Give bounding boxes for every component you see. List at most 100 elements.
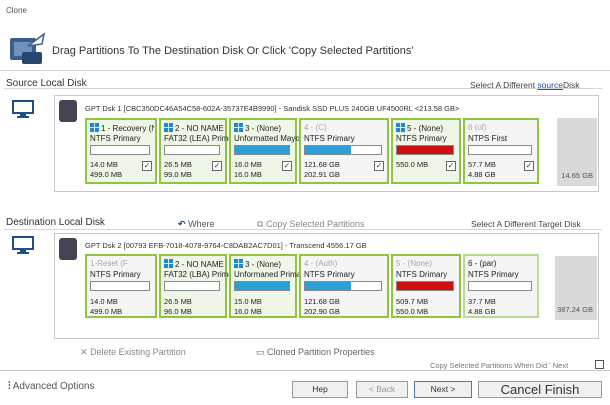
partition-used: 121.68 GB: [304, 297, 340, 306]
windows-logo-icon: [234, 123, 243, 132]
source-unallocated: 14.65 GB: [557, 118, 597, 186]
partition-name: 6 - (par): [468, 259, 536, 268]
copy-icon: ⧉: [257, 219, 264, 229]
partition-block[interactable]: 5 - (None) NTFS Primary 550.0 MB ✓: [391, 118, 461, 184]
copy-when-next-checkbox[interactable]: [595, 360, 604, 369]
partition-used: 14.0 MB: [90, 160, 118, 169]
partition-usage-bar: [468, 281, 532, 291]
partition-total: 96.0 MB: [164, 307, 192, 316]
partition-checkbox[interactable]: ✓: [374, 161, 384, 171]
partition-name: 1-Reset (F: [90, 259, 154, 268]
partition-used: 550.0 MB: [396, 160, 429, 169]
windows-logo-icon: [164, 123, 173, 132]
help-button[interactable]: Hep: [292, 381, 348, 398]
partition-name: 6 (of): [468, 123, 536, 132]
partition-block[interactable]: 2 - NO NAME (FAT32 (LEA) Primus 26.5 MB 99…: [159, 118, 237, 184]
partition-checkbox[interactable]: ✓: [524, 161, 534, 171]
cloned-partition-properties-button[interactable]: ▭ Cloned Partition Properties: [256, 347, 375, 358]
partition-name: 1 - Recovery (N: [90, 123, 154, 133]
partition-type: NTFS Primary: [304, 134, 355, 143]
partition-block[interactable]: 4 - (Auth) NTFS Primary 121.68 GB 202.90 GB: [299, 254, 389, 318]
partition-name: 5 - (None): [396, 259, 458, 268]
partition-checkbox[interactable]: ✓: [282, 161, 292, 171]
destination-unallocated: 387.24 GB: [555, 256, 597, 320]
partition-total: 4.88 GB: [468, 170, 496, 179]
source-unallocated-size: 14.65 GB: [561, 171, 593, 180]
partition-type: NTFS Drimary: [396, 270, 448, 279]
partition-usage-fill: [397, 146, 453, 154]
partition-type: NTFS Primary: [90, 270, 141, 279]
partition-block[interactable]: 6 (of) NTPS First 57.7 MB 4.88 GB ✓: [463, 118, 539, 184]
monitor-icon-dest: [12, 236, 34, 254]
disk-drive-icon: [59, 100, 77, 122]
partition-total: 4.88 GB: [468, 307, 496, 316]
partition-name: 2 - NO NAME (: [164, 123, 224, 133]
partition-block[interactable]: 3 - (None) Unformatted Mayor 16.0 MB 16.0 M…: [229, 118, 302, 184]
delete-partition-button[interactable]: ✕ Delete Existing Partition: [80, 347, 186, 358]
partition-usage-fill: [305, 282, 351, 290]
monitor-icon: [12, 100, 34, 118]
destination-disk-panel: GPT Dsk 2 [00793 EFB-7018-4078-9764-C8DA…: [54, 233, 599, 339]
copy-label: Copy Selected Partitions: [265, 219, 365, 229]
partition-usage-bar: [396, 281, 454, 291]
partition-used: 121.68 GB: [304, 160, 340, 169]
partition-usage-bar: [234, 145, 290, 155]
partition-type: NTFS Primary: [468, 270, 519, 279]
properties-icon: ▭: [256, 347, 265, 357]
partition-name-text: 6 (of): [468, 123, 487, 132]
partition-name: 4 - (C): [304, 123, 386, 132]
select-target-disk-link[interactable]: Select A Different Target Disk: [471, 219, 581, 229]
partition-block[interactable]: 1 - Recovery (N NTFS Primary 14.0 MB 499.0 …: [85, 118, 157, 184]
partition-name-text: 2 - NO NAME (: [175, 124, 224, 133]
partition-type: FAT32 (LEA) Primus: [164, 134, 237, 143]
partition-type: FAT32 (LBA) Prime: [164, 270, 233, 279]
partition-type: NTFS Primary: [90, 134, 141, 143]
partition-name: 3 - (None): [234, 259, 294, 269]
partition-block[interactable]: 4 - (C) NTFS Primary 121.68 GB 202.91 GB ✓: [299, 118, 389, 184]
partition-total: 99.0 MB: [164, 170, 192, 179]
partition-name: 2 - NO NAME (: [164, 259, 224, 269]
partition-checkbox[interactable]: ✓: [212, 161, 222, 171]
partition-total: 550.0 MB: [396, 307, 429, 316]
partition-checkbox[interactable]: ✓: [142, 161, 152, 171]
advanced-options-label: Advanced Options: [12, 381, 95, 392]
partition-name: 5 - (None): [396, 123, 458, 133]
partition-block[interactable]: 6 - (par) NTFS Primary 37.7 MB 4.88 GB: [463, 254, 539, 318]
where-label: Where: [188, 219, 215, 229]
source-disk-panel: GPT Dsk 1 [CBC350DC46A54C58-602A-35737E4…: [54, 95, 599, 192]
partition-usage-bar: [164, 145, 220, 155]
destination-section-title: Destination Local Disk: [6, 217, 105, 228]
partition-total: 16.0 MB: [234, 307, 262, 316]
footer-divider: [0, 370, 610, 371]
partition-block[interactable]: 1-Reset (F NTFS Primary 14.0 MB 499.0 MB: [85, 254, 157, 318]
partition-used: 26.5 MB: [164, 297, 192, 306]
windows-logo-icon: [234, 259, 243, 268]
back-button[interactable]: < Back: [356, 381, 408, 398]
partition-name-text: 3 - (None): [245, 260, 282, 269]
partition-name: 4 - (Auth): [304, 259, 386, 268]
partition-usage-bar: [164, 281, 220, 291]
partition-block[interactable]: 3 - (None) Unformaned Primar 15.0 MB 16.0 M…: [229, 254, 304, 318]
partition-block[interactable]: 5 - (None) NTFS Drimary 509.7 MB 550.0 MB: [391, 254, 461, 318]
partition-usage-bar: [90, 281, 150, 291]
partition-used: 26.5 MB: [164, 160, 192, 169]
destination-title-rule: [4, 229, 602, 230]
partition-name-text: 4 - (Auth): [304, 259, 338, 268]
source-disk-info: GPT Dsk 1 [CBC350DC46A54C58-602A-35737E4…: [85, 104, 460, 113]
window-title: Clone: [6, 6, 27, 15]
partition-type: NTPS First: [468, 134, 508, 143]
next-button[interactable]: Next >: [414, 381, 472, 398]
partition-checkbox[interactable]: ✓: [446, 161, 456, 171]
partition-type: NTFS Primary: [304, 270, 355, 279]
advanced-options-button[interactable]: ⫶ Advanced Options: [8, 381, 94, 392]
partition-used: 57.7 MB: [468, 160, 496, 169]
partition-name-text: 4 - (C): [304, 123, 327, 132]
partition-name-text: 2 - NO NAME (: [175, 260, 224, 269]
partition-usage-bar: [468, 145, 532, 155]
partition-name: 3 - (None): [234, 123, 294, 133]
cancel-finish-button[interactable]: Cancel Finish: [478, 381, 602, 398]
close-icon: ✕: [80, 347, 88, 357]
partition-name-text: 5 - (None): [396, 259, 433, 268]
partition-block[interactable]: 2 - NO NAME (FAT32 (LBA) Prime 26.5 MB 96.…: [159, 254, 233, 318]
partition-type: Unformaned Primar: [234, 270, 304, 279]
